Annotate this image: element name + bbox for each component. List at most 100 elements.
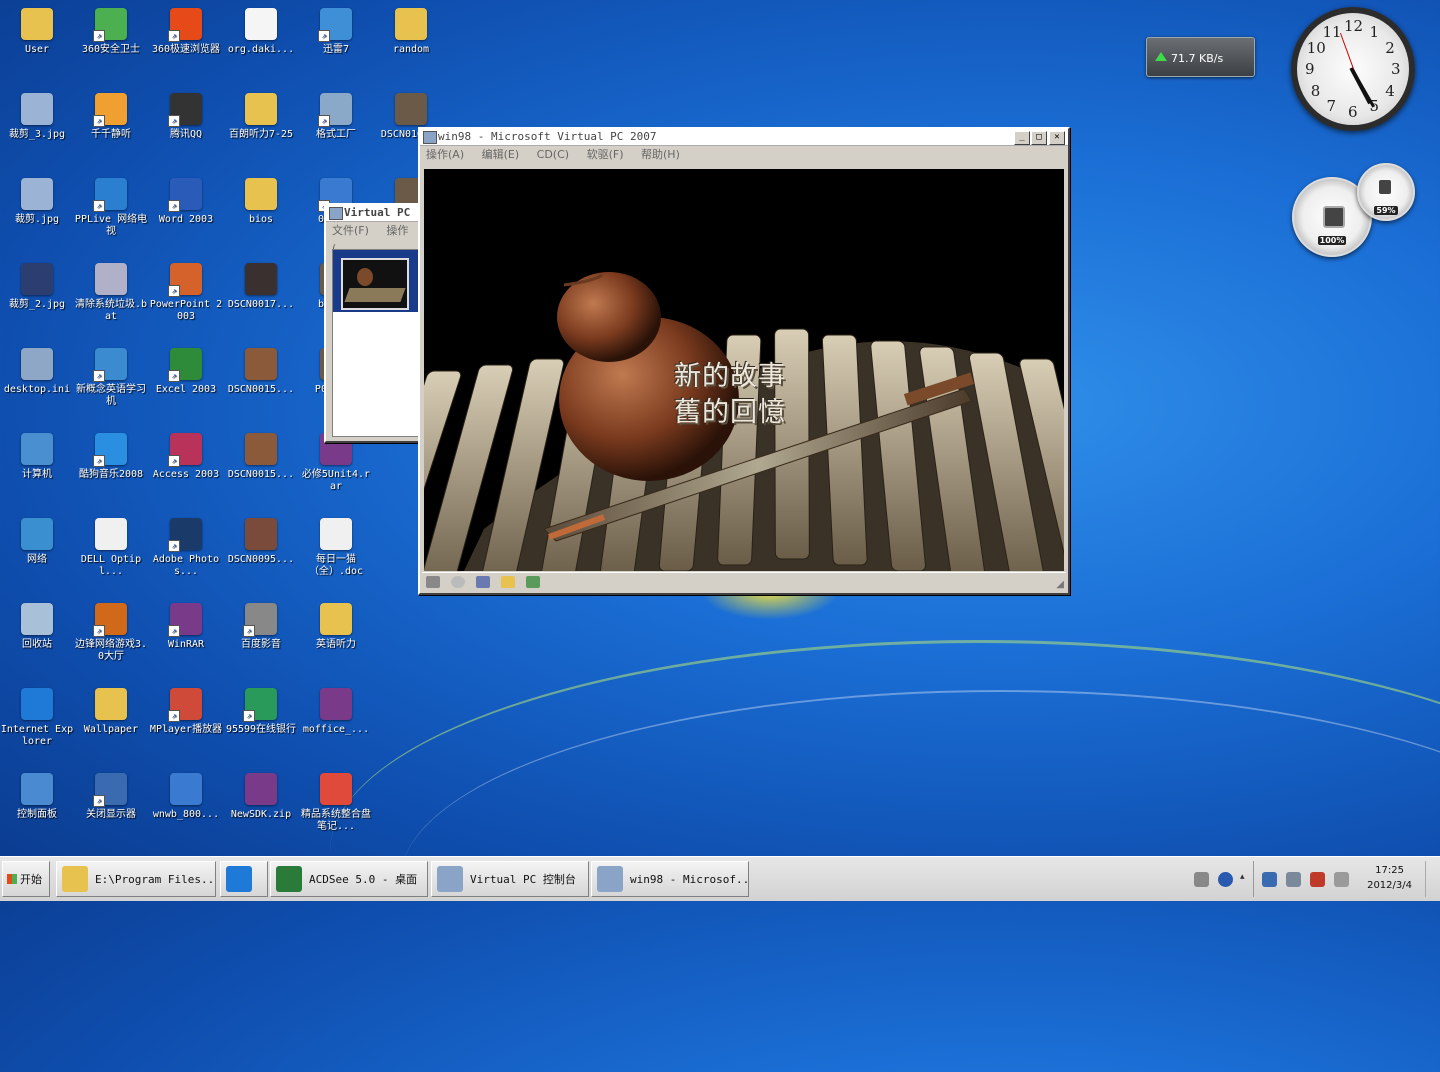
- action-center-icon[interactable]: [1310, 872, 1325, 887]
- desktop-icon[interactable]: ↗ PowerPoint 2003: [149, 263, 223, 323]
- desktop-icon[interactable]: 裁剪.jpg: [0, 178, 74, 226]
- desktop-icon[interactable]: ↗ Access 2003: [149, 433, 223, 481]
- vm-titlebar[interactable]: win98 - Microsoft Virtual PC 2007 _ □ ✕: [420, 129, 1068, 146]
- menu-action[interactable]: 操作(A): [426, 148, 464, 161]
- desktop-icon[interactable]: 百朗听力7-25: [224, 93, 298, 141]
- shared-folder-icon[interactable]: [501, 576, 516, 588]
- desktop-icon-label: org.daki...: [227, 44, 295, 55]
- desktop-icon[interactable]: ↗ 边锋网络游戏3.0大厅: [74, 603, 148, 663]
- console-menubar: 文件(F) 操作(: [326, 222, 422, 255]
- desktop-icon[interactable]: ↗ MPlayer播放器: [149, 688, 223, 736]
- desktop-icon[interactable]: 每日一猫（全）.doc: [299, 518, 373, 578]
- desktop-icon[interactable]: ↗ 千千静听: [74, 93, 148, 141]
- vm-screen[interactable]: 新的故事 舊的回憶: [424, 169, 1064, 571]
- desktop-icon[interactable]: wnwb_800...: [149, 773, 223, 821]
- vm-window[interactable]: win98 - Microsoft Virtual PC 2007 _ □ ✕ …: [418, 127, 1070, 595]
- volume-icon[interactable]: [1334, 872, 1349, 887]
- desktop-icon[interactable]: 清除系统垃圾.bat: [74, 263, 148, 323]
- desktop-icon[interactable]: 裁剪_2.jpg: [0, 263, 74, 311]
- desktop-icon[interactable]: ↗ 关闭显示器: [74, 773, 148, 821]
- desktop-icon[interactable]: 控制面板: [0, 773, 74, 821]
- desktop-icon[interactable]: 精品系统整合盘笔记...: [299, 773, 373, 833]
- desktop-icon[interactable]: User: [0, 8, 74, 56]
- language-icon[interactable]: [1262, 872, 1277, 887]
- tray-clock[interactable]: 17:25 2012/3/4: [1367, 863, 1412, 893]
- desktop-icon[interactable]: random: [374, 8, 448, 56]
- desktop-icon-label: User: [24, 44, 50, 55]
- resize-grip-icon[interactable]: ◢: [1056, 579, 1064, 590]
- folder-user-icon: [21, 8, 53, 40]
- taskbar-item[interactable]: Virtual PC 控制台: [431, 861, 589, 897]
- desktop-icon[interactable]: moffice_...: [299, 688, 373, 736]
- memory-gauge[interactable]: 59%: [1357, 163, 1415, 221]
- desktop-icon[interactable]: ↗ 新概念英语学习机: [74, 348, 148, 408]
- desktop-icon[interactable]: ↗ 格式工厂: [299, 93, 373, 141]
- game-caption: 新的故事 舊的回憶: [674, 359, 786, 431]
- clock-gadget[interactable]: 121234567891011: [1291, 7, 1415, 131]
- desktop-icon[interactable]: ↗ Adobe Photos...: [149, 518, 223, 578]
- tray-expand-icon[interactable]: ▴: [1240, 872, 1248, 887]
- desktop-icon[interactable]: ↗ 95599在线银行: [224, 688, 298, 736]
- menu-floppy[interactable]: 软驱(F): [587, 148, 624, 161]
- desktop-icon[interactable]: ↗ 迅雷7: [299, 8, 373, 56]
- desktop-icon[interactable]: 回收站: [0, 603, 74, 651]
- console-titlebar[interactable]: Virtual PC: [326, 205, 422, 222]
- help-icon[interactable]: [1218, 872, 1233, 887]
- network-adapter-icon[interactable]: [526, 576, 541, 588]
- desktop-icon[interactable]: 计算机: [0, 433, 74, 481]
- virtual-pc-console-window[interactable]: Virtual PC 文件(F) 操作(: [324, 203, 424, 443]
- network-meter-gadget[interactable]: 71.7 KB/s: [1146, 37, 1255, 77]
- desktop-icon[interactable]: ↗ WinRAR: [149, 603, 223, 651]
- keyboard-icon[interactable]: [1194, 872, 1209, 887]
- clock-number: 3: [1391, 60, 1401, 78]
- desktop-icon[interactable]: ↗ 360安全卫士: [74, 8, 148, 56]
- floppy-icon[interactable]: [476, 576, 491, 588]
- desktop-icon[interactable]: DSCN0095...: [224, 518, 298, 566]
- desktop-icon-label: 关闭显示器: [86, 809, 136, 820]
- menu-cd[interactable]: CD(C): [537, 148, 569, 161]
- access-icon: ↗: [168, 433, 202, 467]
- clock-number: 8: [1310, 81, 1321, 100]
- desktop-icon[interactable]: 裁剪_3.jpg: [0, 93, 74, 141]
- cd-drive-icon[interactable]: [451, 576, 466, 588]
- desktop-icon[interactable]: DSCN0017...: [224, 263, 298, 311]
- desktop-icon[interactable]: ↗ 酷狗音乐2008: [74, 433, 148, 481]
- taskbar-item[interactable]: ACDSee 5.0 - 桌面: [270, 861, 428, 897]
- minimize-button[interactable]: _: [1014, 131, 1030, 145]
- taskbar-item[interactable]: win98 - Microsof...: [591, 861, 749, 897]
- desktop[interactable]: { "desktop_icons": [ {"label":"User","co…: [0, 0, 1440, 901]
- desktop-icon[interactable]: ↗ PPLive 网络电视: [74, 178, 148, 238]
- desktop-icon[interactable]: bios: [224, 178, 298, 226]
- menu-edit[interactable]: 编辑(E): [482, 148, 520, 161]
- desktop-icon[interactable]: DSCN0015...: [224, 348, 298, 396]
- maximize-button[interactable]: □: [1031, 131, 1047, 145]
- console-menu-file[interactable]: 文件(F): [332, 224, 369, 237]
- vm-list-item[interactable]: [333, 250, 419, 312]
- desktop-icon[interactable]: NewSDK.zip: [224, 773, 298, 821]
- taskbar-item[interactable]: [220, 861, 268, 897]
- desktop-icon[interactable]: ↗ 腾讯QQ: [149, 93, 223, 141]
- word-icon: ↗: [168, 178, 202, 212]
- desktop-icon[interactable]: desktop.ini: [0, 348, 74, 396]
- network-tray-icon[interactable]: [1286, 872, 1301, 887]
- vm-list[interactable]: [332, 249, 420, 437]
- desktop-icon[interactable]: org.daki...: [224, 8, 298, 56]
- thunder-icon: ↗: [318, 8, 352, 42]
- desktop-icon[interactable]: DSCN0015...: [224, 433, 298, 481]
- hard-disk-icon[interactable]: [426, 576, 440, 588]
- desktop-icon[interactable]: 英语听力: [299, 603, 373, 651]
- shortcut-arrow-icon: ↗: [93, 625, 105, 637]
- desktop-icon[interactable]: ↗ 360极速浏览器: [149, 8, 223, 56]
- desktop-icon[interactable]: ↗ Excel 2003: [149, 348, 223, 396]
- close-button[interactable]: ✕: [1049, 131, 1065, 145]
- desktop-icon[interactable]: DELL Optipl...: [74, 518, 148, 578]
- desktop-icon[interactable]: Wallpaper: [74, 688, 148, 736]
- menu-help[interactable]: 帮助(H): [641, 148, 680, 161]
- desktop-icon[interactable]: ↗ Word 2003: [149, 178, 223, 226]
- desktop-icon[interactable]: ↗ 百度影音: [224, 603, 298, 651]
- desktop-icon[interactable]: Internet Explorer: [0, 688, 74, 748]
- start-button[interactable]: 开始: [2, 861, 50, 897]
- taskbar-item[interactable]: E:\Program Files...: [56, 861, 216, 897]
- desktop-icon[interactable]: 网络: [0, 518, 74, 566]
- show-desktop-button[interactable]: [1425, 861, 1440, 897]
